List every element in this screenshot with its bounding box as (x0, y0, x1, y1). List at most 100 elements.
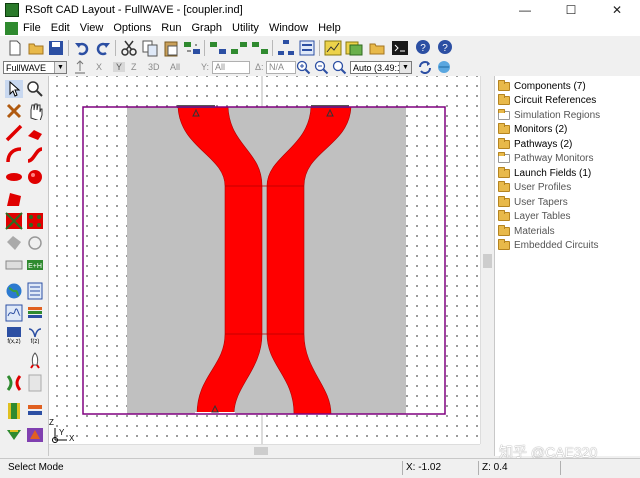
region-icon[interactable] (26, 374, 44, 392)
s-bend-icon[interactable] (26, 146, 44, 164)
tools-icon[interactable] (5, 102, 23, 120)
tree-item-simulation-regions[interactable]: Simulation Regions (498, 108, 600, 122)
menu-options[interactable]: Options (108, 22, 156, 34)
tree-item-pathway-monitors[interactable]: Pathway Monitors (498, 151, 593, 165)
function-fz-icon[interactable]: f(z) (26, 326, 44, 344)
undo-icon[interactable] (73, 39, 91, 57)
menu-view[interactable]: View (75, 22, 109, 34)
terminal-icon[interactable] (391, 39, 409, 57)
zoom-in-icon[interactable] (296, 60, 311, 75)
y-axis-button[interactable]: Y (113, 62, 126, 72)
redo-icon[interactable] (94, 39, 112, 57)
arrange-icon[interactable] (230, 39, 248, 57)
3d-button[interactable]: 3D (148, 62, 160, 72)
triangle-region-icon[interactable] (26, 426, 44, 444)
toolbar-divider (68, 40, 69, 56)
horizontal-scrollbar[interactable] (49, 444, 480, 457)
monitor-list-icon[interactable] (26, 282, 44, 300)
tree-item-user-profiles[interactable]: User Profiles (498, 180, 571, 194)
launch-field-icon[interactable] (5, 304, 23, 322)
tree-item-user-tapers[interactable]: User Tapers (498, 195, 568, 209)
minimize-button[interactable]: — (502, 0, 548, 20)
new-file-icon[interactable] (6, 39, 24, 57)
tree-item-pathways[interactable]: Pathways (2) (498, 137, 572, 151)
horizontal-scroll-thumb[interactable] (254, 447, 268, 455)
function-fxz-icon[interactable]: f(x,z) (5, 326, 23, 344)
eh-field-icon[interactable]: E+H (26, 256, 44, 274)
rocket-icon[interactable] (26, 352, 44, 370)
hierarchy-icon[interactable] (277, 39, 295, 57)
text-tool-icon[interactable] (5, 256, 23, 274)
layout-canvas[interactable]: Z X Y (49, 76, 480, 444)
ellipse-icon[interactable] (5, 168, 23, 186)
tree-item-layer-tables[interactable]: Layer Tables (498, 209, 571, 223)
layers-icon[interactable] (298, 39, 316, 57)
coupler-icon[interactable] (5, 374, 23, 392)
sim-help-icon[interactable]: ? (436, 39, 454, 57)
polygon-icon[interactable] (5, 190, 23, 208)
folder-icon[interactable] (368, 39, 386, 57)
zoom-fit-icon[interactable] (332, 60, 347, 75)
align-icon[interactable] (209, 39, 227, 57)
toolbar-divider (204, 40, 205, 56)
status-mode: Select Mode (8, 462, 64, 473)
tree-item-embedded-circuits[interactable]: Embedded Circuits (498, 238, 598, 252)
close-button[interactable]: ✕ (594, 0, 640, 20)
material-stack-icon[interactable] (5, 402, 23, 420)
vertical-scroll-thumb[interactable] (483, 254, 492, 268)
layer-stack-icon[interactable] (26, 304, 44, 322)
refresh-icon[interactable] (417, 60, 433, 75)
menu-graph[interactable]: Graph (186, 22, 227, 34)
menu-help[interactable]: Help (313, 22, 346, 34)
document-icon[interactable] (5, 21, 18, 35)
tree-item-components[interactable]: Components (7) (498, 79, 586, 93)
group-icon[interactable] (183, 39, 201, 57)
maximize-button[interactable]: ☐ (548, 0, 594, 20)
globe-icon[interactable] (5, 282, 23, 300)
chart-icon[interactable] (324, 39, 342, 57)
vertical-flip-icon[interactable] (73, 60, 87, 75)
render-icon[interactable] (436, 60, 452, 75)
cut-icon[interactable] (120, 39, 138, 57)
connect-icon[interactable] (251, 39, 269, 57)
menu-run[interactable]: Run (156, 22, 186, 34)
zoom-select[interactable]: Auto (3.49:1) ▼ (350, 61, 412, 74)
menu-file[interactable]: File (18, 22, 46, 34)
x-axis-button[interactable]: X (96, 62, 102, 72)
tree-item-monitors[interactable]: Monitors (2) (498, 122, 567, 136)
array-icon[interactable] (26, 212, 44, 230)
zoom-out-icon[interactable] (314, 60, 329, 75)
y-field-input[interactable]: All (212, 61, 250, 74)
menu-window[interactable]: Window (264, 22, 313, 34)
cad-help-icon[interactable]: ? (414, 39, 432, 57)
save-icon[interactable] (47, 39, 65, 57)
z-axis-button[interactable]: Z (131, 62, 137, 72)
y-field-label: Y: (201, 62, 210, 72)
sphere-icon[interactable] (26, 168, 44, 186)
pan-hand-icon[interactable] (26, 102, 44, 120)
grating-icon[interactable] (5, 212, 23, 230)
tree-item-launch-fields[interactable]: Launch Fields (1) (498, 166, 591, 180)
layer-table-icon[interactable] (26, 402, 44, 420)
embed-icon[interactable] (5, 426, 23, 444)
paste-icon[interactable] (162, 39, 180, 57)
circle-outline-icon[interactable] (26, 234, 44, 252)
tree-item-circuit-references[interactable]: Circuit References (498, 93, 596, 107)
taper-waveguide-icon[interactable] (26, 124, 44, 142)
tree-item-materials[interactable]: Materials (498, 224, 555, 238)
menu-edit[interactable]: Edit (46, 22, 75, 34)
arc-waveguide-icon[interactable] (5, 146, 23, 164)
open-folder-icon[interactable] (27, 39, 45, 57)
delta-field-input[interactable]: N/A (266, 61, 296, 74)
vertical-scrollbar[interactable] (480, 76, 494, 444)
copy-icon[interactable] (141, 39, 159, 57)
tree-item-label: Pathway Monitors (514, 152, 594, 164)
plot-icon[interactable] (345, 39, 363, 57)
straight-waveguide-icon[interactable] (5, 124, 23, 142)
menu-utility[interactable]: Utility (227, 22, 264, 34)
all-button[interactable]: All (170, 62, 180, 72)
select-arrow-icon[interactable] (5, 80, 23, 98)
program-select[interactable]: FullWAVE ▼ (3, 61, 67, 74)
zoom-tool-icon[interactable] (26, 80, 44, 98)
shape-gray-icon[interactable] (5, 234, 23, 252)
